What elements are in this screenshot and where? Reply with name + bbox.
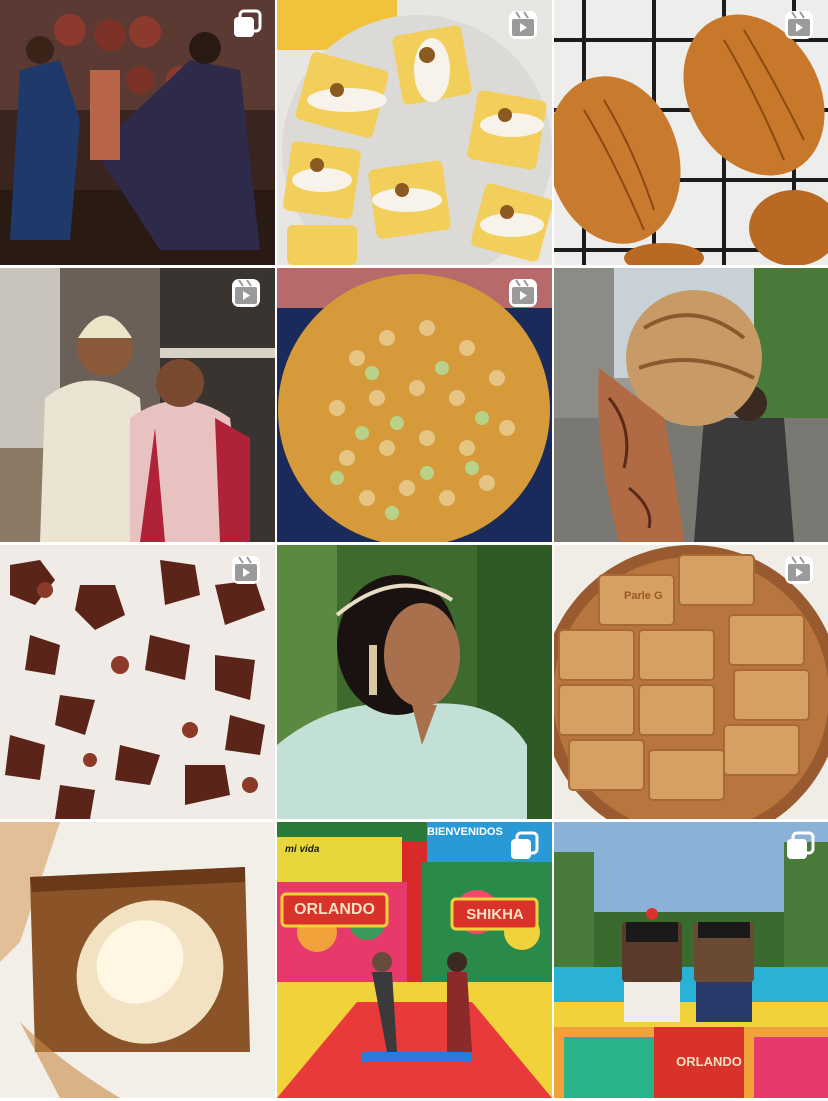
post-thumbnail-woman-portrait xyxy=(277,545,552,819)
post-tile-6[interactable] xyxy=(554,268,828,542)
post-tile-1[interactable] xyxy=(0,0,275,265)
biscuit-brand-text: Parle G xyxy=(624,590,663,602)
post-tile-5[interactable] xyxy=(277,268,552,542)
reel-icon xyxy=(509,279,537,307)
banner-text-orlando: ORLANDO xyxy=(294,901,375,918)
post-tile-4[interactable] xyxy=(0,268,275,542)
carousel-icon xyxy=(787,831,815,859)
banner-text-shikha: SHIKHA xyxy=(466,906,524,923)
reel-icon xyxy=(509,11,537,39)
post-thumbnail-henna-bread xyxy=(554,268,828,542)
post-tile-8[interactable] xyxy=(277,545,552,819)
profile-post-grid: Parle G BIENVENIDOS mi vida ORLANDO SHIK… xyxy=(0,0,828,1101)
post-tile-10[interactable] xyxy=(0,822,275,1098)
post-tile-3[interactable] xyxy=(554,0,828,265)
reel-icon xyxy=(232,556,260,584)
banner-text-mi-vida: mi vida xyxy=(285,844,320,855)
carousel-icon xyxy=(234,9,262,37)
carousel-icon xyxy=(511,831,539,859)
reel-icon xyxy=(785,556,813,584)
banner-text-bienvenidos: BIENVENIDOS xyxy=(427,826,503,838)
post-tile-2[interactable] xyxy=(277,0,552,265)
post-tile-9[interactable]: Parle G xyxy=(554,545,828,819)
post-thumbnail-gingerbread xyxy=(0,822,275,1098)
post-tile-12[interactable]: ORLANDO xyxy=(554,822,828,1098)
post-tile-7[interactable] xyxy=(0,545,275,819)
post-tile-11[interactable]: BIENVENIDOS mi vida ORLANDO SHIKHA xyxy=(277,822,552,1098)
reel-icon xyxy=(232,279,260,307)
boat-name-text: ORLANDO xyxy=(676,1054,742,1069)
reel-icon xyxy=(785,11,813,39)
